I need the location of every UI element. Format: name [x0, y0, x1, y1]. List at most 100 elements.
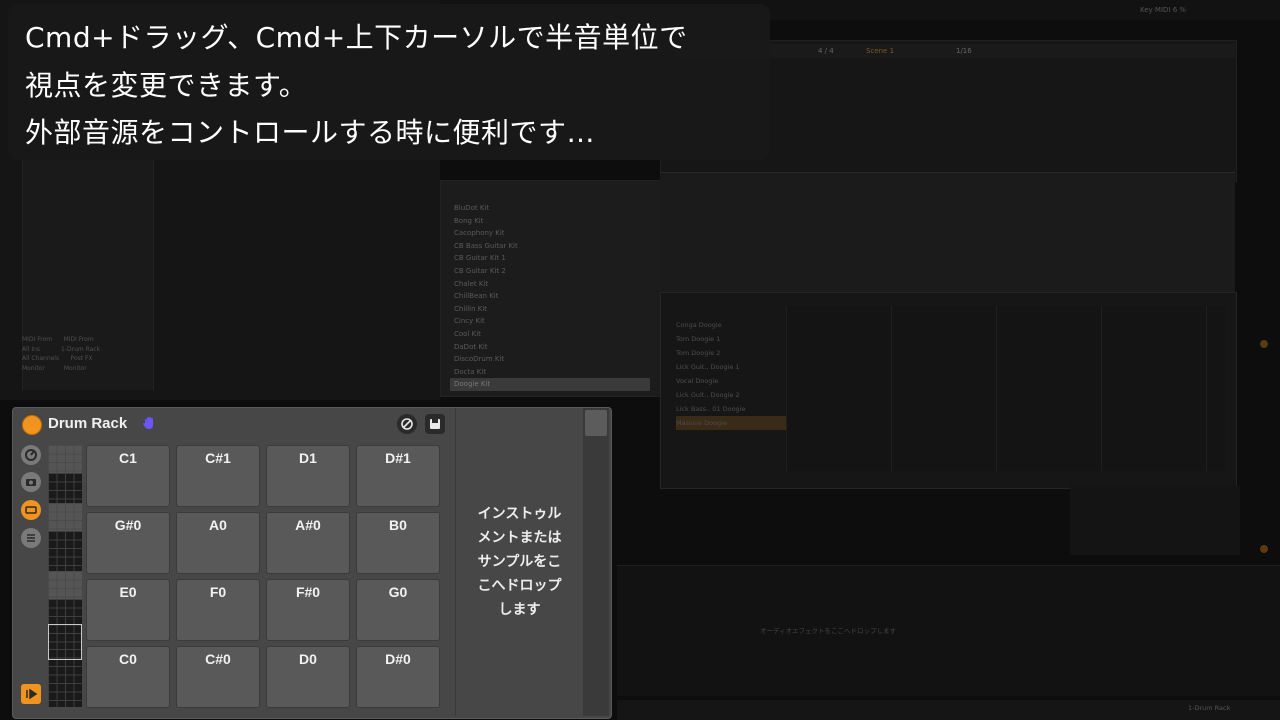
browser-item[interactable]: CB Guitar Kit 1	[450, 252, 650, 265]
pad-note-label: C#0	[205, 651, 231, 667]
pad-note-label: B0	[389, 517, 407, 533]
device-drop-area[interactable]	[617, 565, 1280, 696]
drum-pad[interactable]: C#0	[176, 646, 260, 708]
browser-item[interactable]: BluDot Kit	[450, 202, 650, 215]
drum-pad[interactable]: B0	[356, 512, 440, 574]
drum-pad[interactable]: G0	[356, 579, 440, 641]
browser-item[interactable]: DiscoDrum Kit	[450, 353, 650, 366]
save-preset-button[interactable]	[425, 414, 445, 434]
caption-overlay: Cmd+ドラッグ、Cmd+上下カーソルで半音単位で 視点を変更できます。 外部音…	[8, 4, 770, 160]
device-drop-hint: オーディオエフェクトをここへドロップします	[760, 627, 897, 635]
quantize-display[interactable]: 1/16	[956, 47, 972, 55]
drum-pad[interactable]: D0	[266, 646, 350, 708]
midi-io-section: MIDI From MIDI From All Ins 1-Drum Rack …	[22, 336, 101, 372]
caption-line-2: 視点を変更できます。	[25, 69, 308, 102]
drum-pad[interactable]: C#1	[176, 445, 260, 507]
pad-note-label: D#1	[385, 450, 411, 466]
browser-item[interactable]: Cool Kit	[450, 328, 650, 341]
drop-hint-line: サンプルをこ	[477, 554, 562, 570]
hot-swap-button[interactable]	[397, 414, 417, 434]
device-title-bar[interactable]: Drum Rack	[13, 408, 455, 438]
drum-pad-grid: C1 C#1 D1 D#1 G#0 A0 A#0 B0 E0 F0 F#0 G0…	[86, 445, 442, 715]
drum-pad[interactable]: D#0	[356, 646, 440, 708]
midi-note-grid[interactable]	[786, 306, 1226, 471]
pad-view-button[interactable]	[21, 500, 41, 520]
browser-item[interactable]: CB Guitar Kit 2	[450, 265, 650, 278]
play-icon	[26, 688, 38, 700]
drum-pad[interactable]: C1	[86, 445, 170, 507]
browser-item-selected[interactable]: Doogie Kit	[450, 378, 650, 391]
browser-item[interactable]: Chalet Kit	[450, 278, 650, 291]
drum-pad[interactable]: C0	[86, 646, 170, 708]
scene-label[interactable]: Scene 1	[866, 47, 894, 55]
drum-pad[interactable]: F#0	[266, 579, 350, 641]
pad-note-label: D0	[299, 651, 317, 667]
clip-view-panel	[660, 172, 1235, 293]
knob-icon	[25, 449, 37, 461]
pad-note-label: G0	[388, 584, 408, 600]
device-activator-button[interactable]	[22, 415, 42, 435]
drum-pad[interactable]: D#1	[356, 445, 440, 507]
selected-track-label: 1-Drum Rack	[1188, 704, 1231, 712]
browser-item[interactable]: Docta Kit	[450, 366, 650, 379]
scrollbar-thumb[interactable]	[585, 410, 607, 436]
drum-pad[interactable]: A0	[176, 512, 260, 574]
drum-pad[interactable]: A#0	[266, 512, 350, 574]
browser-item[interactable]: Cacophony Kit	[450, 227, 650, 240]
meter-display[interactable]: 4 / 4	[818, 47, 834, 55]
midi-row[interactable]: Lick Guit.. Doogie 2	[676, 388, 786, 402]
pad-icon	[25, 506, 37, 514]
pad-note-label: C1	[119, 450, 137, 466]
browser-item[interactable]: Cincy Kit	[450, 315, 650, 328]
device-title: Drum Rack	[48, 415, 128, 432]
midi-key-rows: Conga Doogie Tom Doogie 1 Tom Doogie 2 L…	[676, 318, 786, 430]
swap-icon	[401, 418, 413, 430]
scene-numbers	[1240, 40, 1280, 560]
drum-pad[interactable]: D1	[266, 445, 350, 507]
browser-item[interactable]: Bong Kit	[450, 215, 650, 228]
pad-note-label: C#1	[205, 450, 231, 466]
pad-overview-selection[interactable]	[48, 624, 82, 660]
preview-toggle-button[interactable]	[21, 684, 41, 704]
midi-row[interactable]: Lick Bass.. 01 Doogie	[676, 402, 786, 416]
mixer-section	[1070, 485, 1240, 555]
random-button[interactable]	[21, 472, 41, 492]
macro-view-button[interactable]	[21, 445, 41, 465]
camera-icon	[26, 479, 36, 486]
browser-item[interactable]: Chillin Kit	[450, 303, 650, 316]
instrument-drop-area[interactable]: インストゥル メントまたは サンプルをこ こへドロップ します	[455, 408, 583, 716]
midi-row[interactable]: Conga Doogie	[676, 318, 786, 332]
chain-list-button[interactable]	[21, 528, 41, 548]
save-icon	[430, 419, 440, 429]
caption-line-1: Cmd+ドラッグ、Cmd+上下カーソルで半音単位で	[25, 21, 688, 54]
record-dot-icon[interactable]	[1260, 545, 1268, 553]
browser-item[interactable]: DaDot Kit	[450, 341, 650, 354]
key-midi-indicators[interactable]: Key MIDI 6 %	[1140, 6, 1186, 14]
midi-row[interactable]: Lick Guit.. Doogie 1	[676, 360, 786, 374]
pad-note-label: F#0	[295, 584, 321, 600]
pad-note-label: D#0	[385, 651, 411, 667]
drop-hint-line: します	[498, 602, 541, 618]
caption-line-3: 外部音源をコントロールする時に便利です…	[25, 116, 596, 149]
drum-pad[interactable]: G#0	[86, 512, 170, 574]
browser-item[interactable]: ChillBean Kit	[450, 290, 650, 303]
drop-hint-line: こへドロップ	[477, 578, 562, 594]
pad-note-label: G#0	[114, 517, 142, 533]
device-scrollbar[interactable]	[583, 408, 609, 716]
pad-note-label: C0	[119, 651, 137, 667]
list-icon	[27, 534, 35, 542]
pad-note-label: A0	[209, 517, 227, 533]
drop-hint-line: メントまたは	[477, 530, 562, 546]
midi-row[interactable]: Tom Doogie 2	[676, 346, 786, 360]
midi-row[interactable]: Vocal Doogie	[676, 374, 786, 388]
midi-row[interactable]: Tom Doogie 1	[676, 332, 786, 346]
record-dot-icon[interactable]	[1260, 340, 1268, 348]
pad-overview[interactable]	[48, 445, 82, 707]
midi-row[interactable]: Massive Doogie	[676, 416, 786, 430]
browser-item[interactable]: CB Bass Guitar Kit	[450, 240, 650, 253]
pad-note-label: D1	[299, 450, 317, 466]
drum-pad[interactable]: E0	[86, 579, 170, 641]
drum-pad[interactable]: F0	[176, 579, 260, 641]
pad-note-label: F0	[209, 584, 227, 600]
pad-note-label: A#0	[295, 517, 321, 533]
